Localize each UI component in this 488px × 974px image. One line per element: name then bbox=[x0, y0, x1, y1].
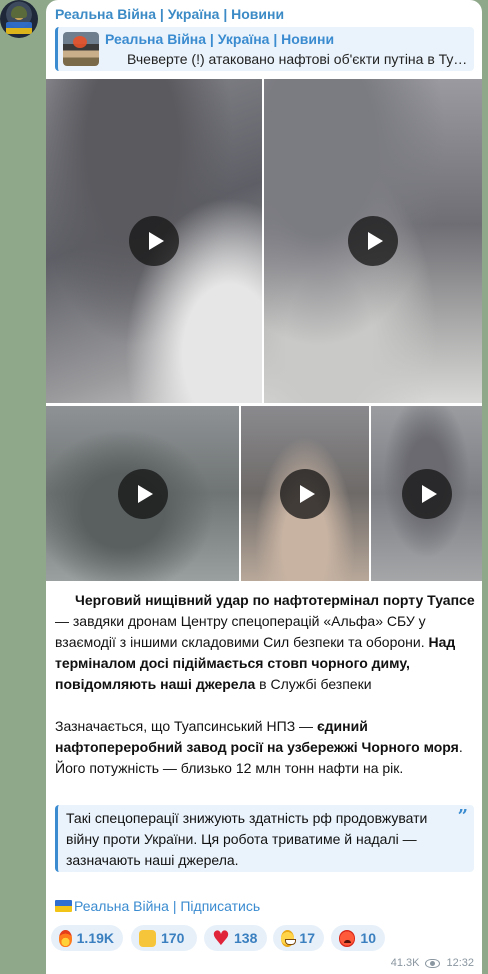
thumbs-up-icon bbox=[139, 929, 156, 947]
reply-text: Вчеверте (!) атаковано нафтові об'єкти п… bbox=[127, 51, 471, 67]
ukraine-flag-icon bbox=[55, 900, 72, 912]
reaction-grin[interactable]: 17 bbox=[273, 925, 324, 951]
view-count: 41.3K bbox=[390, 957, 420, 969]
reaction-count: 17 bbox=[299, 930, 315, 946]
video-thumbnail[interactable] bbox=[241, 406, 369, 581]
fire-icon bbox=[59, 929, 72, 947]
grin-icon bbox=[281, 929, 297, 947]
reaction-count: 170 bbox=[161, 930, 185, 946]
reply-preview[interactable]: Реальна Війна | Україна | Новини Вчеверт… bbox=[55, 27, 474, 71]
video-thumbnail[interactable] bbox=[46, 79, 262, 403]
post-bold: Черговий нищівний удар по нафтотермінал … bbox=[75, 592, 475, 608]
message-bubble: Реальна Війна | Україна | Новини Реальна… bbox=[46, 0, 482, 974]
post-paragraph: Черговий нищівний удар по нафтотермінал … bbox=[55, 590, 475, 695]
reply-title: Реальна Війна | Україна | Новини bbox=[105, 31, 335, 47]
reaction-count: 10 bbox=[360, 930, 376, 946]
reaction-thumbs-up[interactable]: 170 bbox=[131, 925, 197, 951]
message-time: 12:32 bbox=[446, 957, 474, 969]
channel-name[interactable]: Реальна Війна | Україна | Новини bbox=[55, 6, 284, 22]
quote-icon: ” bbox=[457, 806, 468, 827]
message-meta: 41.3K 12:32 bbox=[391, 957, 474, 969]
avatar-flag bbox=[6, 22, 32, 34]
post-span: Зазначається, що Туапсинський НПЗ — bbox=[55, 718, 317, 734]
reaction-fire[interactable]: 1.19K bbox=[51, 925, 123, 951]
play-icon[interactable] bbox=[280, 468, 330, 519]
post-span: — завдяки дронам Центру спецоперацій «Ал… bbox=[55, 613, 429, 650]
video-thumbnail[interactable] bbox=[264, 79, 482, 403]
play-icon[interactable] bbox=[129, 216, 179, 266]
play-icon[interactable] bbox=[348, 216, 398, 266]
video-thumbnail[interactable] bbox=[371, 406, 482, 581]
reply-thumbnail bbox=[63, 32, 99, 66]
subscribe-label: Реальна Війна | Підписатись bbox=[74, 898, 261, 914]
channel-avatar[interactable] bbox=[0, 0, 38, 38]
subscribe-link[interactable]: Реальна Війна | Підписатись bbox=[55, 898, 260, 914]
angry-icon bbox=[339, 929, 356, 947]
reaction-heart[interactable]: 138 bbox=[204, 925, 267, 951]
heart-icon bbox=[212, 927, 230, 949]
reaction-count: 138 bbox=[234, 930, 258, 946]
reaction-angry[interactable]: 10 bbox=[331, 925, 385, 951]
eye-icon bbox=[425, 958, 441, 968]
play-icon[interactable] bbox=[401, 468, 452, 519]
video-thumbnail[interactable] bbox=[46, 406, 239, 581]
reaction-count: 1.19K bbox=[76, 930, 114, 946]
avatar-helmet bbox=[11, 6, 27, 18]
post-paragraph: Зазначається, що Туапсинський НПЗ — єдин… bbox=[55, 716, 475, 779]
post-text: Черговий нищівний удар по нафтотермінал … bbox=[55, 590, 475, 800]
quote-text: Такі спецоперації знижують здатність рф … bbox=[66, 810, 428, 868]
post-span: в Службі безпеки bbox=[255, 676, 372, 692]
play-icon[interactable] bbox=[117, 468, 168, 519]
blockquote: Такі спецоперації знижують здатність рф … bbox=[55, 805, 474, 872]
